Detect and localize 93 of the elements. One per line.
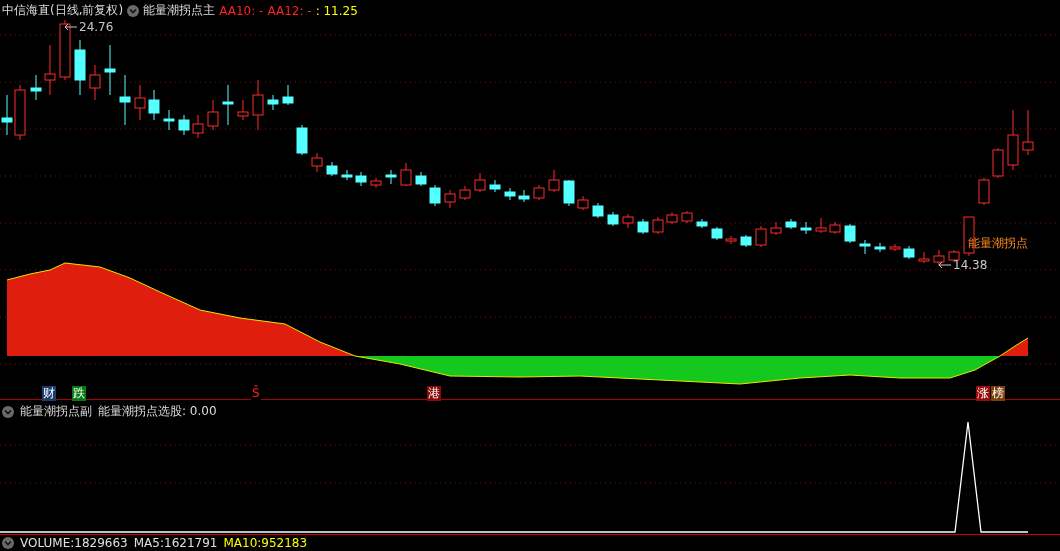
candlestick xyxy=(89,64,101,101)
candlestick xyxy=(1,94,13,136)
candlestick xyxy=(844,223,856,244)
chevron-icon[interactable] xyxy=(127,4,140,17)
candlestick xyxy=(207,99,219,131)
arrow-icon xyxy=(938,261,952,269)
candlestick xyxy=(666,211,678,225)
candlestick xyxy=(770,221,782,236)
candlestick xyxy=(815,217,827,234)
candlestick xyxy=(148,89,160,121)
price-label: 14.38 xyxy=(953,258,988,272)
signal-label: 能量潮拐点 xyxy=(968,235,1028,252)
candlestick xyxy=(222,84,234,126)
candlestick xyxy=(637,218,649,235)
candlestick xyxy=(355,171,367,187)
chevron-icon[interactable] xyxy=(2,405,14,418)
candlestick xyxy=(459,185,471,201)
candlestick xyxy=(163,109,175,131)
candlestick xyxy=(400,162,412,187)
candlestick xyxy=(518,189,530,203)
candlestick xyxy=(577,195,589,211)
candlestick xyxy=(1007,109,1019,171)
volume-value: VOLUME:1829663 xyxy=(20,536,128,550)
candlestick xyxy=(326,161,338,177)
positive-area xyxy=(999,337,1029,357)
candlestick xyxy=(104,44,116,96)
volume-value: MA10:952183 xyxy=(223,536,308,550)
candlestick xyxy=(978,177,990,206)
candlestick xyxy=(755,225,767,248)
candlestick xyxy=(918,251,930,264)
candlestick xyxy=(74,39,86,96)
candlestick xyxy=(296,124,308,156)
candlestick xyxy=(725,235,737,245)
candlestick xyxy=(14,84,26,141)
candlestick xyxy=(859,239,871,255)
candlestick xyxy=(607,211,619,227)
candlestick xyxy=(504,187,516,201)
candlestick xyxy=(711,226,723,241)
candlestick xyxy=(415,171,427,187)
candlestick xyxy=(444,189,456,209)
candlestick xyxy=(889,243,901,252)
candlestick xyxy=(489,179,501,193)
event-marker[interactable]: 财 xyxy=(42,386,56,401)
candlestick xyxy=(267,94,279,111)
candlestick xyxy=(429,184,441,207)
indicator-value: : 11.25 xyxy=(315,3,358,18)
indicator-value: 能量潮拐点选股: 0.00 xyxy=(98,403,217,420)
candlestick xyxy=(134,84,146,121)
candlestick xyxy=(992,147,1004,179)
candlestick xyxy=(30,74,42,101)
event-marker[interactable]: 港 xyxy=(427,386,441,401)
candlestick xyxy=(903,245,915,260)
candlestick xyxy=(829,221,841,235)
candlestick xyxy=(563,179,575,207)
candlestick xyxy=(533,184,545,201)
candlestick xyxy=(119,74,131,126)
candlestick xyxy=(933,249,945,267)
candlestick xyxy=(622,213,634,229)
candlestick xyxy=(696,218,708,229)
candlestick xyxy=(548,169,560,193)
candlestick xyxy=(385,169,397,185)
indicator-name: 能量潮拐点副 xyxy=(20,403,92,420)
candlestick xyxy=(370,177,382,189)
chevron-icon[interactable] xyxy=(2,537,14,549)
candlestick xyxy=(311,152,323,173)
indicator-value: AA12: - xyxy=(267,3,312,18)
candlestick xyxy=(44,44,56,96)
candlestick xyxy=(252,79,264,131)
price-label: 24.76 xyxy=(79,20,114,34)
candlestick xyxy=(59,19,71,81)
event-marker[interactable]: 涨 xyxy=(976,386,990,401)
event-marker[interactable]: Ŝ xyxy=(251,386,261,401)
candlestick xyxy=(681,210,693,224)
candlestick xyxy=(800,221,812,235)
candlestick xyxy=(178,114,190,136)
candlestick xyxy=(652,216,664,235)
event-marker[interactable]: 榜 xyxy=(991,386,1005,401)
security-title: 中信海直(日线,前复权) xyxy=(2,2,124,19)
candlestick xyxy=(592,202,604,219)
arrow-icon xyxy=(64,23,78,31)
candlestick xyxy=(874,242,886,253)
candlestick xyxy=(740,234,752,248)
volume-value: MA5:1621791 xyxy=(133,536,218,550)
indicator-value: AA10: - xyxy=(219,3,264,18)
candlestick xyxy=(474,172,486,193)
candlestick xyxy=(785,218,797,230)
candlestick xyxy=(341,169,353,181)
candlestick xyxy=(282,84,294,106)
candlestick xyxy=(237,99,249,121)
candlestick xyxy=(192,114,204,139)
event-marker[interactable]: 跌 xyxy=(72,386,86,401)
candlestick xyxy=(1022,109,1034,156)
indicator-name: 能量潮拐点主 xyxy=(143,2,216,19)
